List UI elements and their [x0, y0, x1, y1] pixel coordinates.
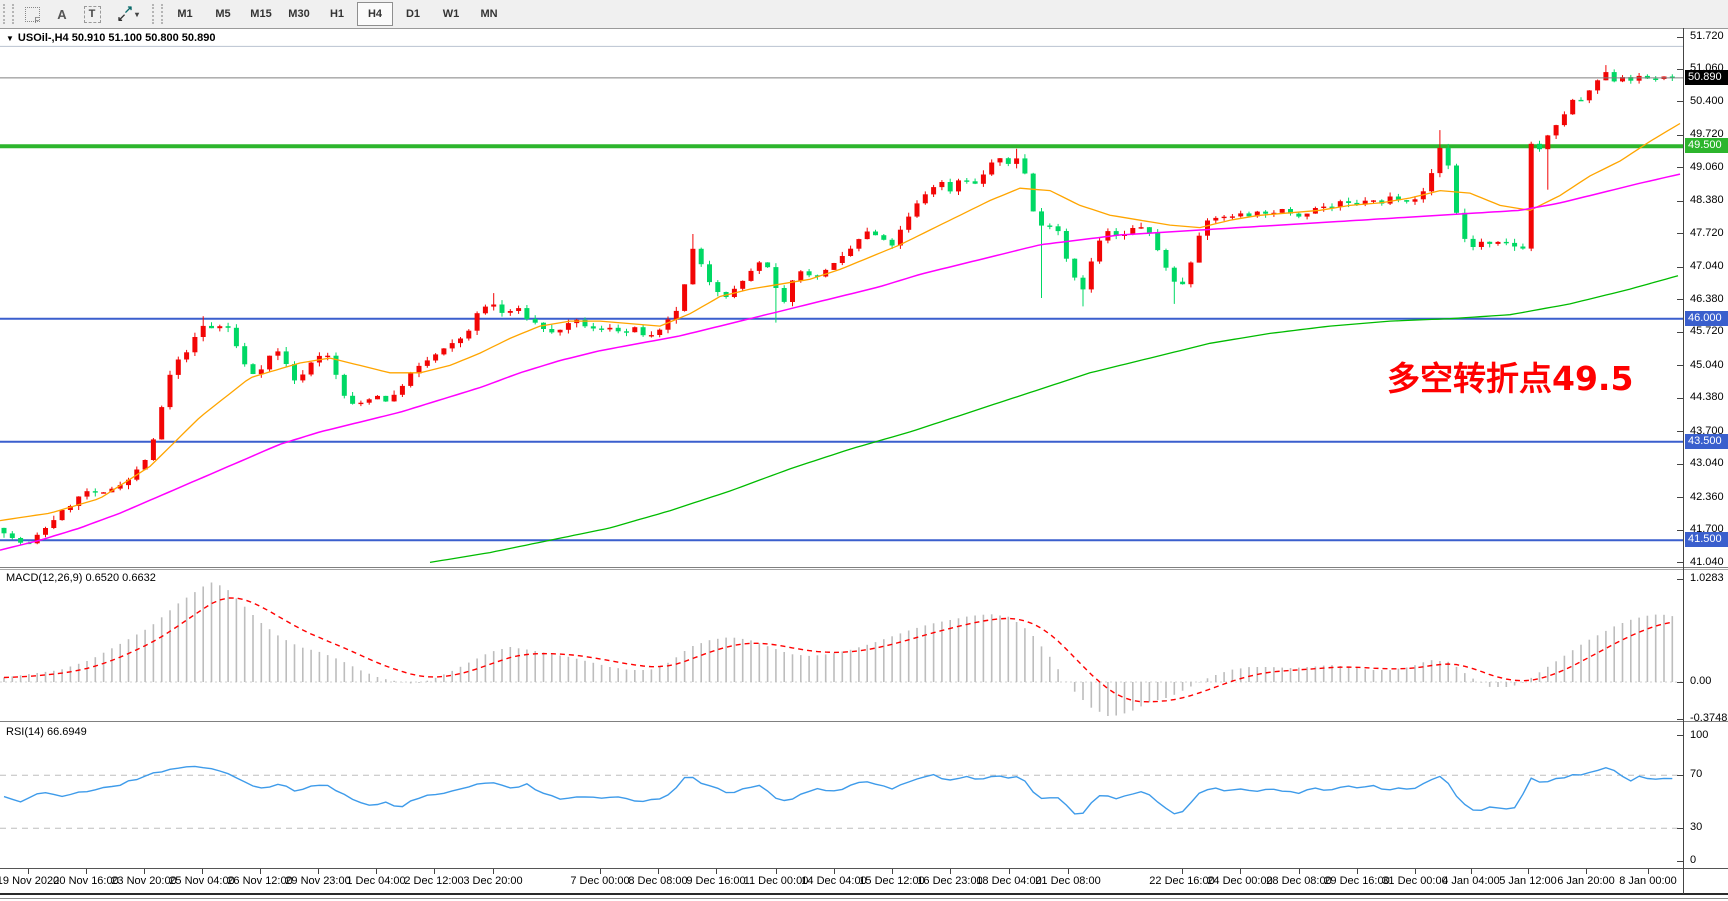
- price-tick-label: 44.380: [1690, 391, 1724, 403]
- time-tick: [1068, 869, 1069, 874]
- timeframe-button-m5[interactable]: M5: [205, 2, 241, 26]
- main-chart-pane[interactable]: [0, 28, 1683, 567]
- price-tick-label: 48.380: [1690, 194, 1724, 206]
- price-badge-50.890: 50.890: [1685, 70, 1728, 85]
- price-tick-label: 51.720: [1690, 30, 1724, 42]
- time-tick: [600, 869, 601, 874]
- ma-fast-orange[interactable]: [0, 124, 1680, 521]
- rsi-tick-label: 100: [1690, 729, 1708, 741]
- price-tick-label: 43.040: [1690, 457, 1724, 469]
- toolbar-grip[interactable]: [3, 4, 14, 24]
- time-tick: [318, 869, 319, 874]
- chart-timeaxis-separator: [0, 868, 1728, 869]
- price-tick-label: 47.040: [1690, 260, 1724, 272]
- macd-tick-label: -0.3748: [1690, 712, 1727, 724]
- timeframe-button-h1[interactable]: H1: [319, 2, 355, 26]
- price-tick-label: 47.720: [1690, 227, 1724, 239]
- chart-context-dropdown-icon[interactable]: ▼: [6, 34, 14, 43]
- price-annotation-text: 多空转折点49.5: [1387, 352, 1633, 400]
- window-bottom-border: [0, 893, 1728, 895]
- chart-symbol-title: ▼ USOil-,H4 50.910 51.100 50.800 50.890: [6, 32, 215, 44]
- timeframe-button-d1[interactable]: D1: [395, 2, 431, 26]
- rsi-line: [4, 766, 1672, 814]
- macd-tick-label: 1.0283: [1690, 572, 1724, 584]
- rsi-indicator-label: RSI(14) 66.6949: [6, 726, 87, 738]
- main-macd-separator-inner: [0, 569, 1728, 570]
- macd-indicator-label: MACD(12,26,9) 0.6520 0.6632: [6, 572, 156, 584]
- macd-signal-line: [4, 598, 1672, 702]
- arrows-icon: ↗↙: [117, 6, 133, 22]
- text-box-icon: T: [84, 6, 101, 23]
- macd-pane[interactable]: [0, 569, 1683, 721]
- chevron-down-icon: ▾: [135, 10, 139, 19]
- time-tick-label: 21 Dec 08:00: [1020, 875, 1116, 887]
- timeframe-button-m1[interactable]: M1: [167, 2, 203, 26]
- time-tick: [658, 869, 659, 874]
- time-tick: [1009, 869, 1010, 874]
- frame-tool-button[interactable]: F: [18, 2, 46, 26]
- timeframe-button-m30[interactable]: M30: [281, 2, 317, 26]
- timeframe-button-m15[interactable]: M15: [243, 2, 279, 26]
- time-tick-label: 3 Dec 20:00: [445, 875, 541, 887]
- time-tick: [493, 869, 494, 874]
- main-macd-separator[interactable]: [0, 567, 1728, 568]
- time-tick: [1471, 869, 1472, 874]
- symbol-ohlc-text: USOil-,H4 50.910 51.100 50.800 50.890: [18, 32, 216, 44]
- time-tick: [260, 869, 261, 874]
- text-label-tool-button[interactable]: A: [48, 2, 76, 26]
- time-tick: [1299, 869, 1300, 874]
- window-bottom-border-2: [0, 898, 1728, 899]
- timeframe-button-mn[interactable]: MN: [471, 2, 507, 26]
- time-tick: [892, 869, 893, 874]
- arrows-tool-button[interactable]: ↗↙▾: [108, 2, 148, 26]
- rsi-tick-label: 70: [1690, 768, 1702, 780]
- time-tick: [434, 869, 435, 874]
- price-tick-label: 50.400: [1690, 95, 1724, 107]
- price-badge-49.500: 49.500: [1685, 138, 1728, 153]
- time-tick: [1240, 869, 1241, 874]
- toolbar: F A T ↗↙▾ M1M5M15M30H1H4D1W1MN: [0, 0, 1728, 29]
- price-tick-label: 49.060: [1690, 161, 1724, 173]
- rsi-tick-label: 0: [1690, 854, 1696, 866]
- text-box-tool-button[interactable]: T: [78, 2, 106, 26]
- rsi-tick-label: 30: [1690, 821, 1702, 833]
- price-badge-43.500: 43.500: [1685, 434, 1728, 449]
- price-axis-border: [1683, 28, 1684, 894]
- time-tick: [1415, 869, 1416, 874]
- price-tick-label: 45.040: [1690, 359, 1724, 371]
- time-tick: [86, 869, 87, 874]
- timeframe-button-h4[interactable]: H4: [357, 2, 393, 26]
- time-tick: [776, 869, 777, 874]
- price-tick-label: 46.380: [1690, 293, 1724, 305]
- time-tick: [1528, 869, 1529, 874]
- timeframe-button-w1[interactable]: W1: [433, 2, 469, 26]
- frame-tool-icon: F: [25, 7, 40, 22]
- time-tick: [28, 869, 29, 874]
- macd-rsi-separator[interactable]: [0, 721, 1728, 722]
- time-tick: [376, 869, 377, 874]
- time-tick: [834, 869, 835, 874]
- time-tick: [716, 869, 717, 874]
- rsi-pane[interactable]: [0, 722, 1683, 868]
- time-tick: [144, 869, 145, 874]
- price-tick-label: 42.360: [1690, 491, 1724, 503]
- time-tick: [1648, 869, 1649, 874]
- toolbar-grip[interactable]: [152, 4, 163, 24]
- macd-tick-label: 0.00: [1690, 675, 1711, 687]
- text-label-icon: A: [57, 7, 66, 22]
- trading-terminal-window: F A T ↗↙▾ M1M5M15M30H1H4D1W1MN ▼ USOil-,H4 50…: [0, 0, 1728, 901]
- time-tick: [1357, 869, 1358, 874]
- price-tick-label: 45.720: [1690, 325, 1724, 337]
- time-tick: [202, 869, 203, 874]
- time-tick: [950, 869, 951, 874]
- time-tick: [1586, 869, 1587, 874]
- price-badge-41.500: 41.500: [1685, 532, 1728, 547]
- time-tick-label: 8 Jan 00:00: [1600, 875, 1696, 887]
- price-badge-46.000: 46.000: [1685, 311, 1728, 326]
- time-tick: [1182, 869, 1183, 874]
